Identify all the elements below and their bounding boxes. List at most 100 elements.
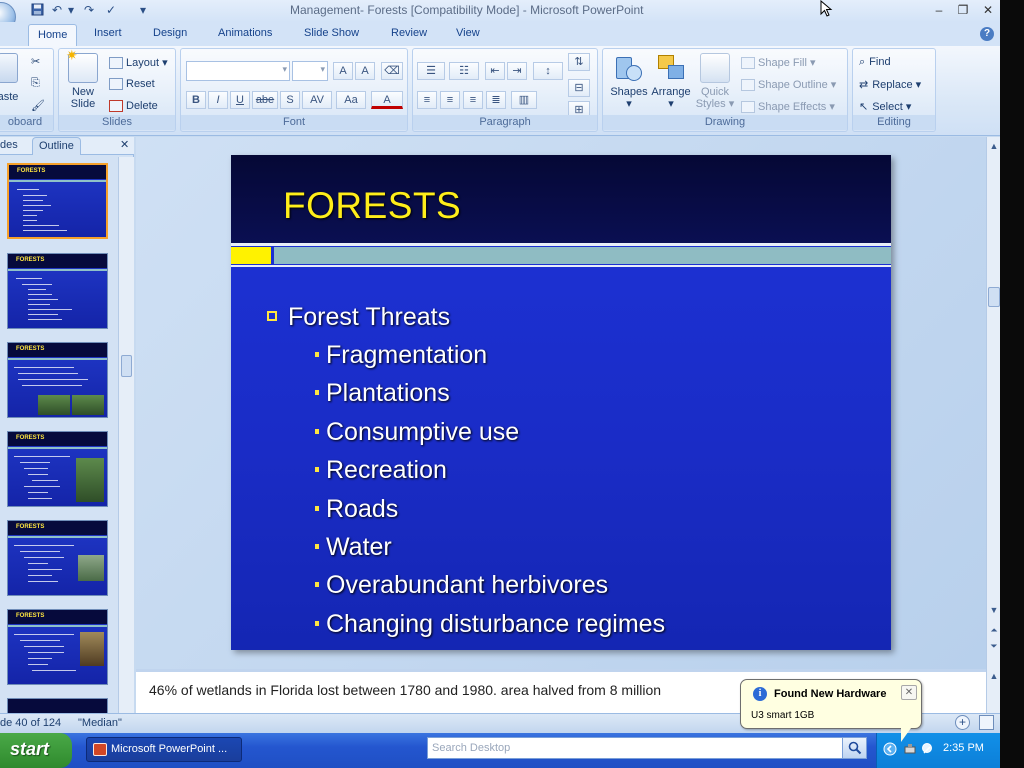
scroll-up-icon[interactable]: ▲ xyxy=(988,139,1000,153)
undo-icon[interactable]: ↶ xyxy=(50,3,64,17)
sub-bullet[interactable]: Changing disturbance regimes xyxy=(315,610,665,639)
replace-button[interactable]: ⇄ Replace ▾ xyxy=(859,78,921,91)
notes-text[interactable]: 46% of wetlands in Florida lost between … xyxy=(149,682,661,698)
quick-styles-button[interactable]: Quick Styles ▾ xyxy=(695,53,735,110)
slide-title[interactable]: FORESTS xyxy=(283,185,461,227)
delete-button[interactable]: Delete xyxy=(109,100,158,113)
character-spacing-button[interactable]: AV xyxy=(302,91,332,109)
shape-outline-button[interactable]: Shape Outline ▾ xyxy=(741,78,836,92)
tab-slides[interactable]: des xyxy=(0,139,18,151)
tab-animations[interactable]: Animations xyxy=(218,27,272,39)
tab-slide-show[interactable]: Slide Show xyxy=(304,27,359,39)
slide-thumbnail[interactable]: FORESTS xyxy=(7,253,108,329)
main-bullet[interactable]: Forest Threats xyxy=(267,303,450,332)
italic-button[interactable]: I xyxy=(208,91,228,109)
arrange-button[interactable]: Arrange ▾ xyxy=(649,53,693,110)
align-right-button[interactable]: ≡ xyxy=(463,91,483,109)
new-slide-button[interactable]: ✷ New Slide xyxy=(63,48,103,110)
increase-indent-button[interactable]: ⇥ xyxy=(507,62,527,80)
tab-insert[interactable]: Insert xyxy=(94,27,122,39)
desktop-search-input[interactable] xyxy=(428,738,838,758)
find-button[interactable]: ⌕ Find xyxy=(859,56,891,69)
text-shadow-button[interactable]: S xyxy=(280,91,300,109)
scrollbar-thumb[interactable] xyxy=(121,355,132,377)
taskbar-powerpoint-button[interactable]: Microsoft PowerPoint ... xyxy=(86,737,242,762)
font-color-button[interactable]: A xyxy=(371,91,403,109)
next-slide-icon[interactable]: ⏷ xyxy=(988,639,1000,653)
tab-design[interactable]: Design xyxy=(153,27,187,39)
slide-thumbnail[interactable]: FORESTS xyxy=(7,520,108,596)
save-icon[interactable] xyxy=(30,3,44,17)
columns-button[interactable]: ▥ xyxy=(511,91,537,109)
slide-vertical-scrollbar[interactable]: ▲ ▼ ⏶ ⏷ xyxy=(986,137,1000,669)
justify-button[interactable]: ≣ xyxy=(486,91,506,109)
numbering-button[interactable]: ☷ xyxy=(449,62,479,80)
scroll-down-icon[interactable]: ▼ xyxy=(988,603,1000,617)
slide-thumbnail[interactable] xyxy=(7,698,108,713)
decrease-indent-button[interactable]: ⇤ xyxy=(485,62,505,80)
slide-thumbnail[interactable]: FORESTS xyxy=(7,342,108,418)
scroll-up-icon[interactable]: ▲ xyxy=(988,671,1000,681)
bullets-button[interactable]: ☰ xyxy=(417,62,445,80)
change-case-button[interactable]: Aa xyxy=(336,91,366,109)
network-icon[interactable] xyxy=(921,742,935,756)
spelling-icon[interactable]: ✓ xyxy=(104,3,118,17)
notification-balloon[interactable]: i Found New Hardware U3 smart 1GB ✕ xyxy=(740,679,922,742)
shapes-button[interactable]: Shapes ▾ xyxy=(607,53,651,110)
strikethrough-button[interactable]: abe xyxy=(252,91,278,109)
sub-bullet[interactable]: Recreation xyxy=(315,456,447,485)
thumbnails-scrollbar[interactable] xyxy=(118,157,134,713)
sub-bullet[interactable]: Fragmentation xyxy=(315,341,487,370)
redo-icon[interactable]: ↷ xyxy=(82,3,96,17)
slide-thumbnail[interactable]: FORESTS xyxy=(7,431,108,507)
tab-view[interactable]: View xyxy=(456,27,480,39)
fit-slide-icon[interactable] xyxy=(979,715,994,730)
font-name-combo[interactable]: ▾ xyxy=(186,61,290,81)
copy-icon[interactable]: ⎘ xyxy=(31,77,40,90)
start-button[interactable]: start xyxy=(0,733,72,768)
paste-button[interactable]: aste xyxy=(0,53,19,103)
tab-home[interactable]: Home xyxy=(28,24,78,47)
restore-icon[interactable]: ❐ xyxy=(954,2,972,18)
line-spacing-button[interactable]: ↕ xyxy=(533,62,563,80)
help-icon[interactable]: ? xyxy=(980,27,994,41)
grow-font-button[interactable]: A xyxy=(333,62,353,80)
font-size-combo[interactable]: ▾ xyxy=(292,61,328,81)
underline-button[interactable]: U xyxy=(230,91,250,109)
shape-effects-button[interactable]: Shape Effects ▾ xyxy=(741,100,835,114)
sub-bullet[interactable]: Water xyxy=(315,533,392,562)
align-left-button[interactable]: ≡ xyxy=(417,91,437,109)
hardware-icon[interactable] xyxy=(903,742,917,756)
slide-thumbnail[interactable]: FORESTS xyxy=(7,609,108,685)
sub-bullet[interactable]: Consumptive use xyxy=(315,418,519,447)
minimize-icon[interactable]: – xyxy=(930,2,948,18)
sub-bullet[interactable]: Overabundant herbivores xyxy=(315,571,608,600)
previous-slide-icon[interactable]: ⏶ xyxy=(988,623,1000,637)
bold-button[interactable]: B xyxy=(186,91,206,109)
tab-outline[interactable]: Outline xyxy=(32,137,81,155)
reset-button[interactable]: Reset xyxy=(109,78,155,91)
tab-review[interactable]: Review xyxy=(391,27,427,39)
notes-scrollbar[interactable]: ▲ xyxy=(986,669,1000,713)
sub-bullet[interactable]: Roads xyxy=(315,495,398,524)
search-icon[interactable] xyxy=(842,738,866,758)
select-button[interactable]: ↖ Select ▾ xyxy=(859,100,911,113)
undo-dropdown-icon[interactable]: ▾ xyxy=(64,3,78,17)
cut-icon[interactable]: ✂ xyxy=(31,55,40,68)
clear-formatting-button[interactable]: ⌫ xyxy=(381,62,403,80)
close-pane-icon[interactable]: ✕ xyxy=(120,138,129,151)
layout-button[interactable]: Layout ▾ xyxy=(109,56,168,70)
align-center-button[interactable]: ≡ xyxy=(440,91,460,109)
shape-fill-button[interactable]: Shape Fill ▾ xyxy=(741,56,816,70)
customize-qat-icon[interactable]: ▾ xyxy=(136,3,150,17)
align-text-button[interactable]: ⊟ xyxy=(568,79,590,97)
format-painter-icon[interactable]: 🖌 xyxy=(31,99,45,112)
text-direction-button[interactable]: ⇅ xyxy=(568,53,590,71)
slide[interactable]: FORESTS Forest Threats Fragmentation Pla… xyxy=(231,155,891,650)
scrollbar-thumb[interactable] xyxy=(988,287,1000,307)
close-icon[interactable]: ✕ xyxy=(901,685,917,700)
close-icon[interactable]: ✕ xyxy=(979,2,997,18)
tray-expand-icon[interactable] xyxy=(883,742,897,756)
sub-bullet[interactable]: Plantations xyxy=(315,379,450,408)
slide-thumbnail[interactable]: FORESTS xyxy=(7,163,108,239)
